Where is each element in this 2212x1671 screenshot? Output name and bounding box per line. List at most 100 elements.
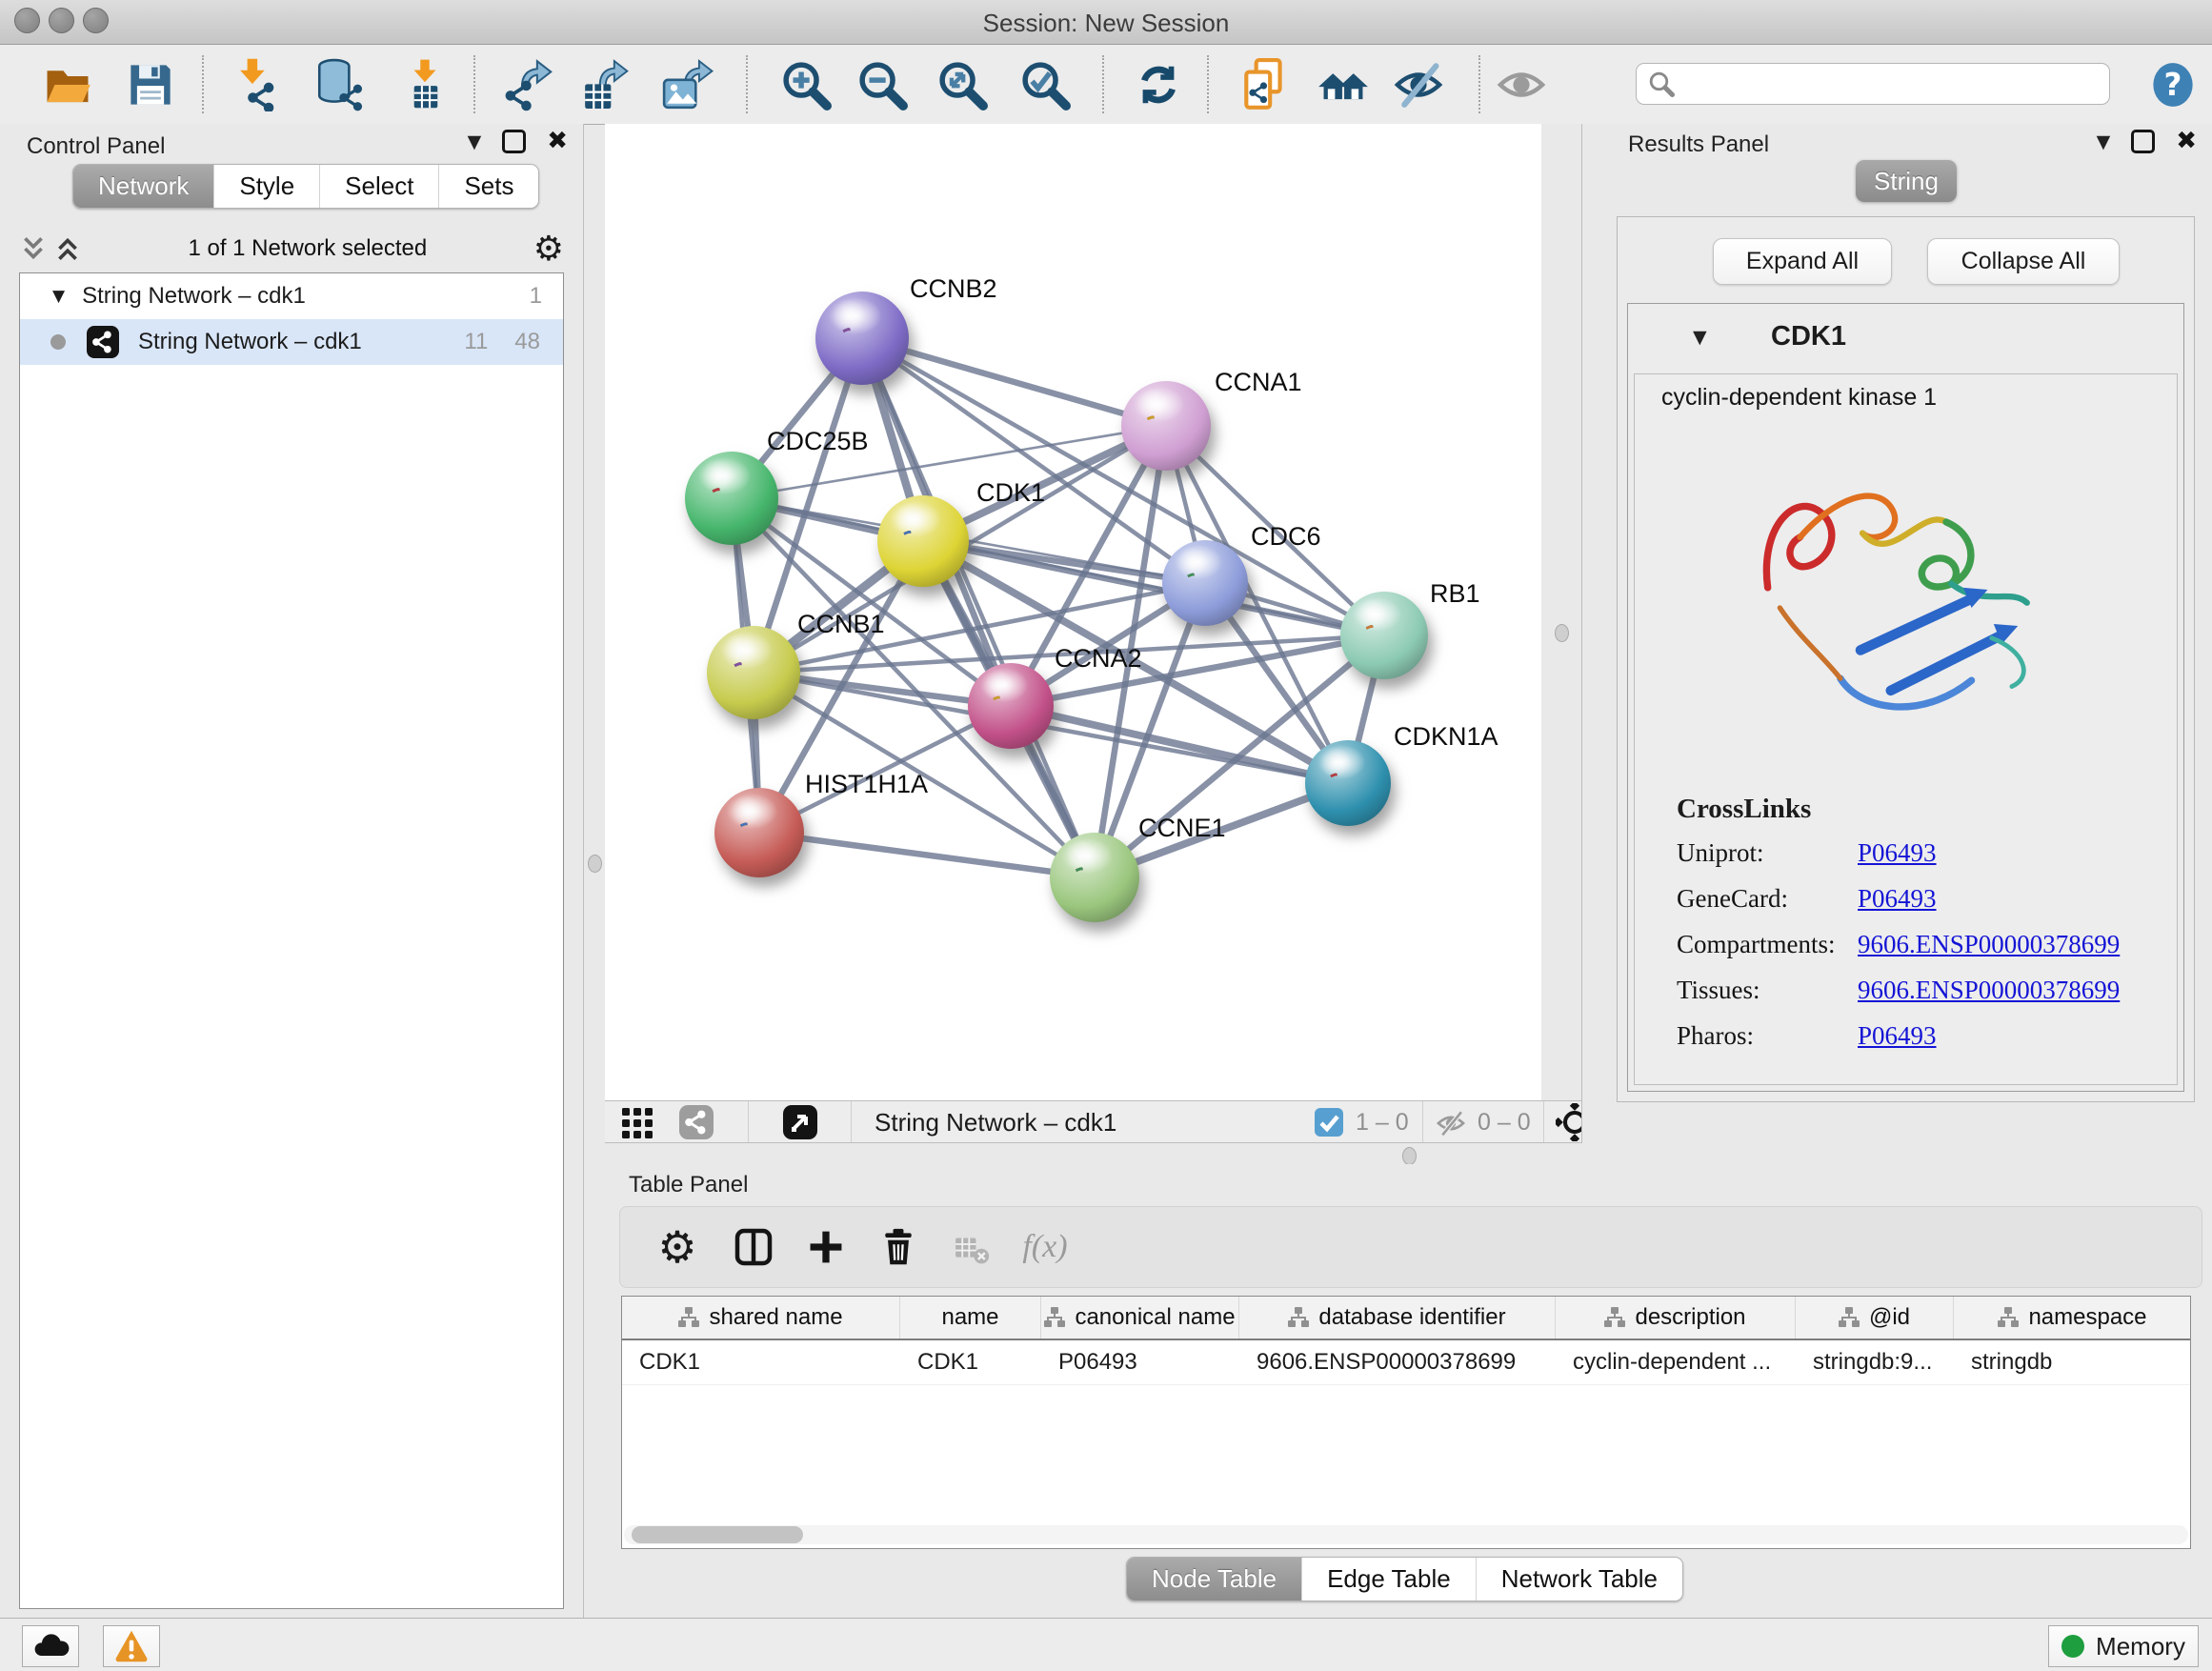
zoom-in-icon[interactable] (778, 57, 834, 112)
table-cell[interactable]: cyclin-dependent ... (1556, 1340, 1796, 1384)
import-network-icon[interactable] (228, 57, 283, 112)
zoom-fit-icon[interactable] (935, 57, 990, 112)
home-icon[interactable] (1316, 57, 1371, 112)
export-network-icon[interactable] (501, 57, 556, 112)
warning-status-button[interactable] (103, 1625, 160, 1667)
panel-splitter[interactable] (1541, 124, 1582, 1100)
tab-network-table[interactable]: Network Table (1476, 1558, 1682, 1601)
table-cell[interactable]: CDK1 (622, 1340, 900, 1384)
column-header-canonical-name[interactable]: canonical name (1041, 1297, 1239, 1339)
panel-splitter-handle[interactable] (1402, 1147, 1417, 1165)
delete-table-icon (952, 1228, 990, 1266)
tab-edge-table[interactable]: Edge Table (1301, 1558, 1476, 1601)
show-graphics-details-icon[interactable] (1494, 57, 1549, 112)
network-node-CCNA2[interactable] (968, 663, 1054, 749)
network-node-CCNB2[interactable] (815, 292, 909, 385)
expand-all-button[interactable]: Expand All (1713, 238, 1892, 285)
column-header-description[interactable]: description (1556, 1297, 1796, 1339)
refresh-icon[interactable] (1131, 57, 1186, 112)
table-cell[interactable]: stringdb (1954, 1340, 2191, 1384)
export-table-icon[interactable] (577, 57, 633, 112)
collapse-all-button[interactable]: Collapse All (1927, 238, 2120, 285)
network-node-CCNB1[interactable] (707, 626, 800, 719)
panel-splitter-handle[interactable] (1555, 624, 1569, 642)
panel-splitter-handle[interactable] (588, 855, 602, 873)
network-node-CCNA1[interactable] (1121, 381, 1211, 471)
import-database-icon[interactable] (312, 57, 367, 112)
selected-checkbox-icon[interactable] (1315, 1108, 1343, 1137)
tab-network[interactable]: Network (73, 165, 213, 208)
memory-button[interactable]: Memory (2048, 1625, 2199, 1667)
expand-all-icon[interactable] (53, 234, 82, 263)
import-table-icon[interactable] (398, 57, 453, 112)
delete-column-trash-icon[interactable] (878, 1227, 918, 1267)
table-cell[interactable]: 9606.ENSP00000378699 (1239, 1340, 1556, 1384)
table-toolbar: ⚙ f(x) (619, 1206, 2202, 1288)
zoom-selected-icon[interactable] (1017, 57, 1073, 112)
zoom-out-icon[interactable] (855, 57, 910, 112)
network-node-CDC25B[interactable] (685, 452, 778, 545)
tab-sets[interactable]: Sets (438, 165, 538, 208)
network-node-CDC6[interactable] (1162, 540, 1248, 626)
grid-view-icon[interactable] (621, 1107, 654, 1139)
search-input[interactable] (1682, 70, 2109, 98)
table-cell[interactable]: P06493 (1041, 1340, 1239, 1384)
tab-select[interactable]: Select (319, 165, 438, 208)
network-collection-row[interactable]: ▼ String Network – cdk1 1 (20, 273, 563, 319)
create-column-icon[interactable] (806, 1227, 846, 1267)
tree-expander-icon[interactable]: ▼ (52, 287, 65, 306)
crosslink-link[interactable]: 9606.ENSP00000378699 (1858, 976, 2120, 1005)
tab-style[interactable]: Style (213, 165, 319, 208)
export-image-icon[interactable] (660, 57, 715, 112)
network-node-CDK1[interactable] (877, 495, 969, 587)
network-node-CCNE1[interactable] (1050, 833, 1139, 922)
hide-graphics-details-icon[interactable] (1391, 57, 1446, 112)
save-session-icon[interactable] (123, 57, 178, 112)
control-panel-tabs: NetworkStyleSelectSets (72, 164, 539, 209)
network-canvas[interactable]: CCNB2CCNA1CDC25BCDK1CDC6RB1CCNB1CCNA2CDK… (605, 124, 1542, 1100)
help-icon[interactable]: ? (2145, 57, 2201, 112)
cloud-status-button[interactable] (22, 1625, 79, 1667)
network-node-label-HIST1H1A: HIST1H1A (805, 770, 928, 799)
control-panel-title: Control Panel (27, 133, 165, 160)
network-node-HIST1H1A[interactable] (714, 788, 804, 877)
panel-float-icon[interactable] (502, 130, 526, 153)
panel-menu-icon[interactable]: ▼ (468, 131, 482, 152)
panel-menu-icon[interactable]: ▼ (2097, 131, 2111, 152)
open-in-window-icon[interactable] (783, 1105, 817, 1139)
open-session-icon[interactable] (40, 57, 95, 112)
column-header-name[interactable]: name (900, 1297, 1041, 1339)
panel-close-icon[interactable]: ✖ (2176, 132, 2197, 151)
collapse-all-icon[interactable] (19, 234, 48, 263)
collapse-protein-icon[interactable]: ▼ (1693, 327, 1707, 348)
column-header--id[interactable]: @id (1796, 1297, 1954, 1339)
network-node-CDKN1A[interactable] (1305, 740, 1391, 826)
crosslink-link[interactable]: P06493 (1858, 1021, 1937, 1051)
tab-node-table[interactable]: Node Table (1127, 1558, 1301, 1601)
network-row-selected[interactable]: String Network – cdk1 11 48 (20, 319, 563, 365)
crosslink-link[interactable]: 9606.ENSP00000378699 (1858, 930, 2120, 959)
table-row[interactable]: CDK1CDK1P064939606.ENSP00000378699cyclin… (622, 1340, 2190, 1385)
scrollbar-thumb[interactable] (632, 1526, 803, 1543)
table-options-gear-icon[interactable]: ⚙ (657, 1221, 696, 1273)
crosslink-link[interactable]: P06493 (1858, 838, 1937, 868)
column-header-namespace[interactable]: namespace (1954, 1297, 2191, 1339)
column-header-database-identifier[interactable]: database identifier (1239, 1297, 1556, 1339)
duplicate-network-icon[interactable] (1237, 57, 1293, 112)
show-columns-icon[interactable] (733, 1226, 774, 1268)
network-options-gear-icon[interactable]: ⚙ (533, 230, 564, 269)
column-header-shared-name[interactable]: shared name (622, 1297, 900, 1339)
panel-float-icon[interactable] (2131, 130, 2155, 153)
table-cell[interactable]: stringdb:9... (1796, 1340, 1954, 1384)
network-node-count: 11 (464, 329, 488, 355)
protein-header[interactable]: ▼ CDK1 (1628, 304, 2183, 373)
network-node-RB1[interactable] (1340, 592, 1428, 679)
string-view-icon[interactable] (679, 1105, 714, 1139)
tab-string[interactable]: String (1856, 160, 1957, 202)
table-cell[interactable]: CDK1 (900, 1340, 1041, 1384)
horizontal-scrollbar[interactable] (624, 1525, 2188, 1544)
crosslink-link[interactable]: P06493 (1858, 884, 1937, 914)
network-node-label-CDK1: CDK1 (976, 478, 1045, 508)
panel-close-icon[interactable]: ✖ (547, 132, 568, 151)
string-results-box: Expand All Collapse All ▼ CDK1 cyclin-de… (1617, 216, 2195, 1102)
